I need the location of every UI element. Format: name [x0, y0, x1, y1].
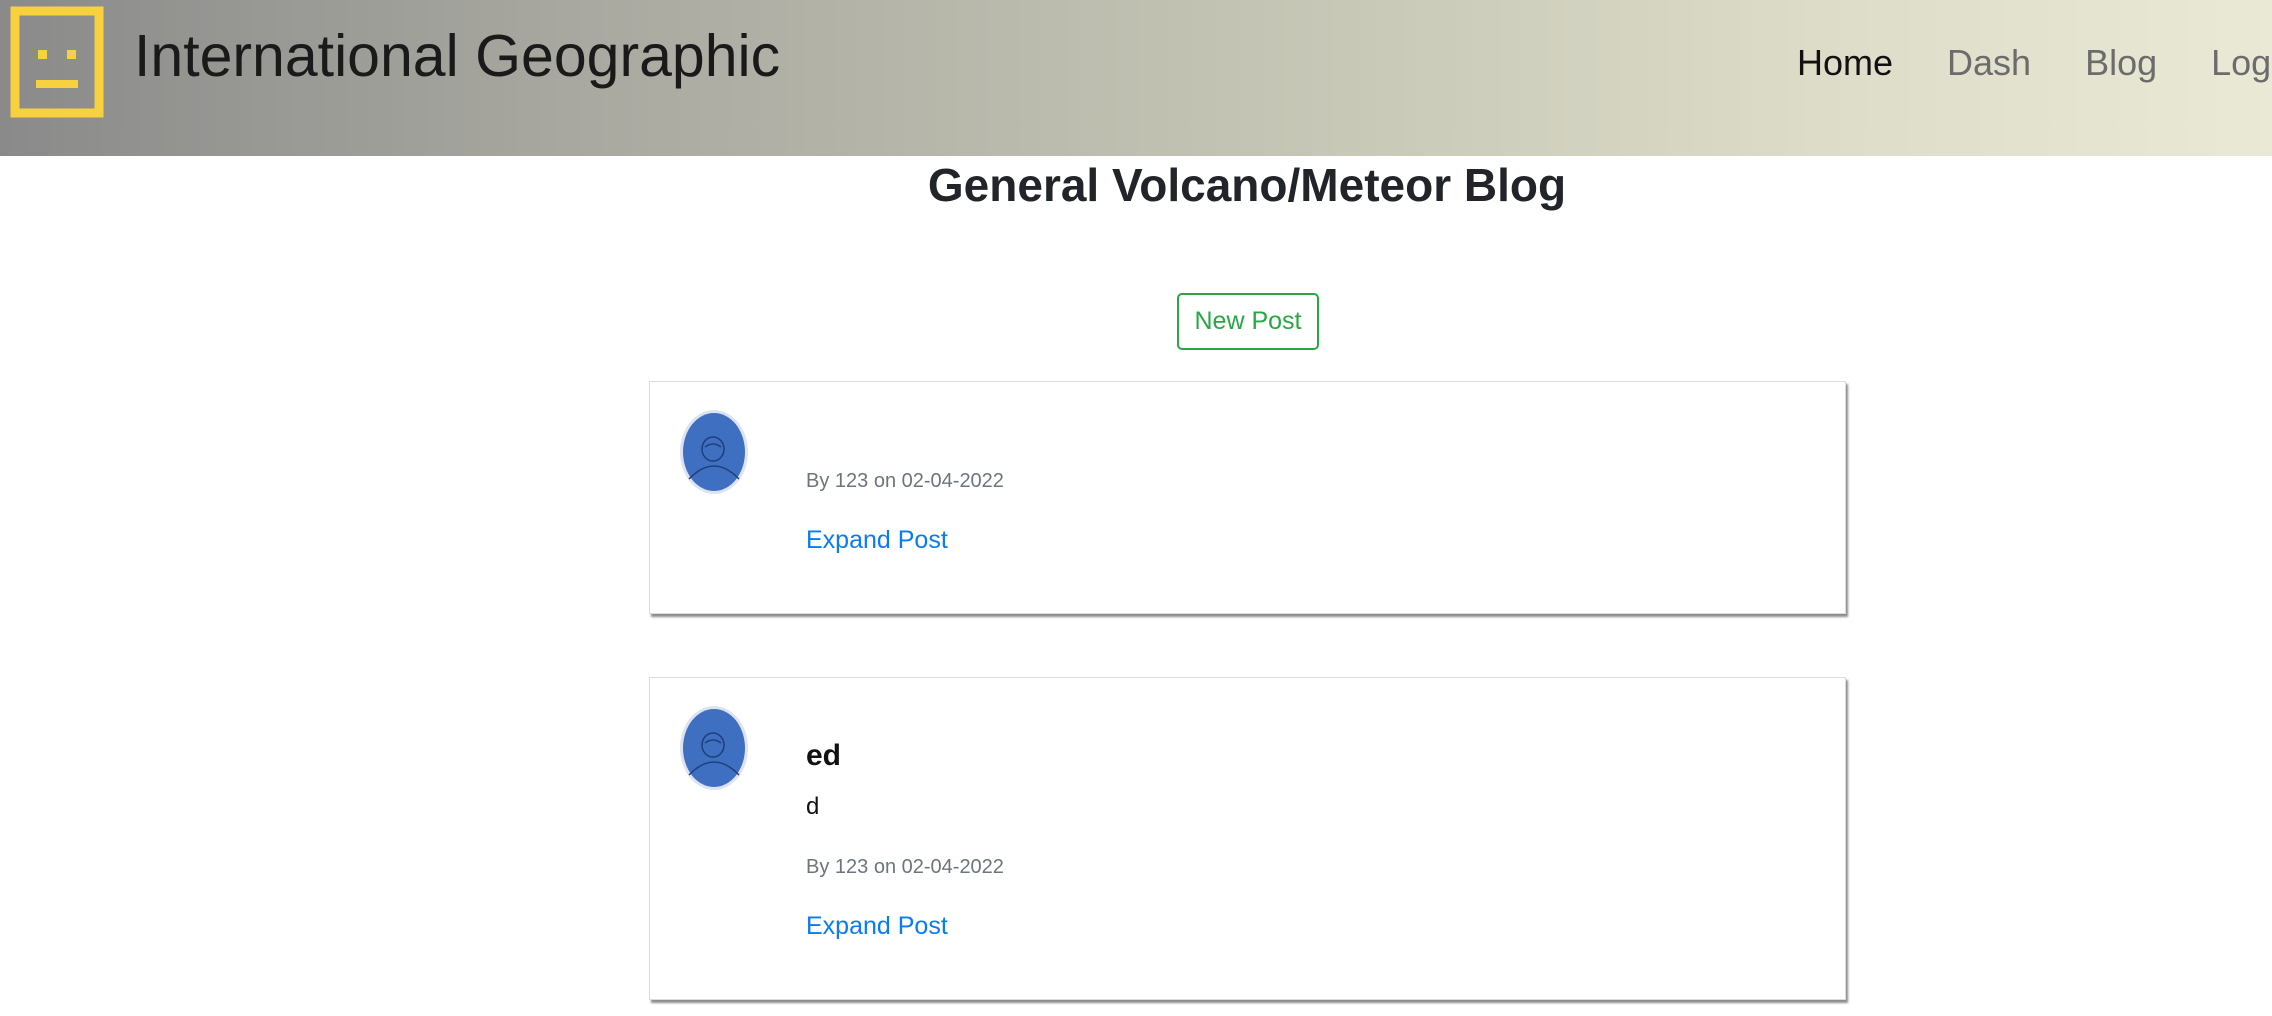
avatar-icon — [680, 706, 748, 790]
post-card: ed d By 123 on 02-04-2022 Expand Post — [649, 677, 1846, 1000]
expand-post-link[interactable]: Expand Post — [806, 526, 948, 555]
logo-icon[interactable] — [10, 6, 104, 118]
post-card: By 123 on 02-04-2022 Expand Post — [649, 381, 1846, 614]
post-title: ed — [806, 739, 842, 772]
expand-post-link[interactable]: Expand Post — [806, 912, 948, 941]
post-meta: By 123 on 02-04-2022 — [806, 470, 1004, 492]
nav-home-link[interactable]: Home — [1797, 42, 1893, 84]
page-title: General Volcano/Meteor Blog — [927, 159, 1567, 211]
post-meta: By 123 on 02-04-2022 — [806, 856, 1004, 878]
nav-blog-link[interactable]: Blog — [2085, 42, 2157, 84]
nav-links: Home Dash Blog Login — [1797, 42, 2272, 84]
nav-dash-link[interactable]: Dash — [1947, 42, 2031, 84]
new-post-button[interactable]: New Post — [1177, 293, 1319, 350]
post-body: d — [806, 793, 820, 820]
nav-login-link[interactable]: Login — [2211, 42, 2272, 84]
brand-title[interactable]: International Geographic — [134, 22, 780, 90]
avatar-icon — [680, 410, 748, 494]
navbar: International Geographic Home Dash Blog … — [0, 0, 2272, 156]
